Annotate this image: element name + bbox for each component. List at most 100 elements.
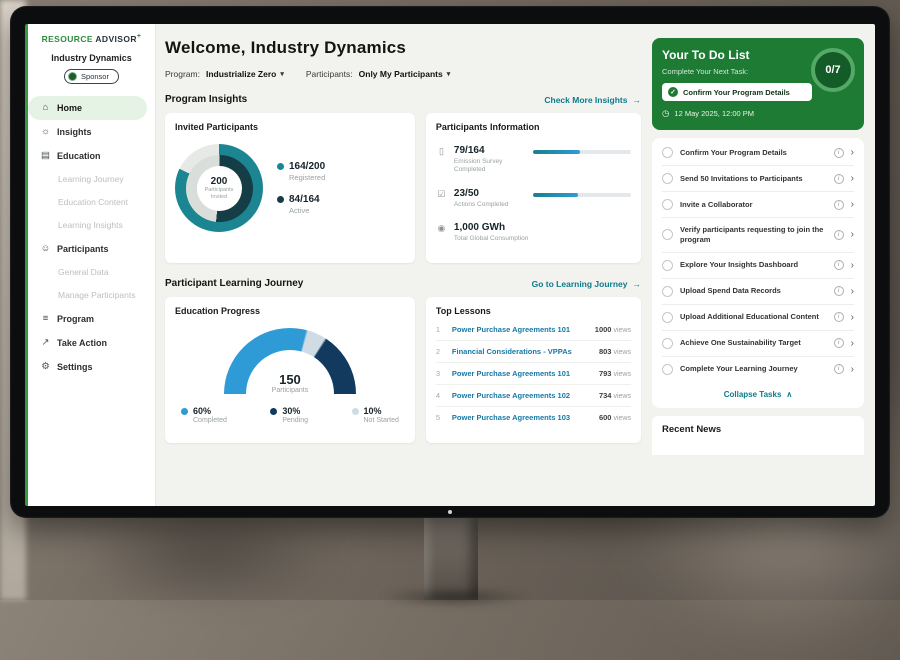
- lesson-row[interactable]: 3 Power Purchase Agreements 101 793views: [436, 363, 631, 385]
- gauge-center-label: Participants: [224, 387, 356, 394]
- lesson-views: 793views: [599, 369, 631, 378]
- info-icon[interactable]: i: [834, 148, 844, 158]
- sidebar-item-insights[interactable]: ☼ Insights: [28, 120, 147, 144]
- chevron-up-icon: ∧: [786, 390, 792, 399]
- info-icon[interactable]: i: [834, 286, 844, 296]
- sidebar-item-manage-participants[interactable]: Manage Participants: [28, 284, 147, 307]
- task-row[interactable]: Upload Additional Educational Content i …: [662, 305, 854, 331]
- task-row[interactable]: Confirm Your Program Details i ›: [662, 140, 854, 166]
- info-icon[interactable]: i: [834, 364, 844, 374]
- sidebar-item-take-action[interactable]: ↗ Take Action: [28, 331, 147, 355]
- lesson-link[interactable]: Power Purchase Agreements 101: [452, 369, 592, 378]
- lesson-link[interactable]: Financial Considerations - VPPAs: [452, 347, 592, 356]
- task-checkbox[interactable]: [662, 312, 673, 323]
- survey-icon: ▯: [436, 146, 447, 157]
- app-logo: RESOURCE ADVISOR+: [28, 33, 155, 44]
- lesson-row[interactable]: 1 Power Purchase Agreements 101 1000view…: [436, 319, 631, 341]
- sidebar-item-learning-insights[interactable]: Learning Insights: [28, 214, 147, 237]
- task-row[interactable]: Explore Your Insights Dashboard i ›: [662, 253, 854, 279]
- task-checkbox[interactable]: [662, 173, 673, 184]
- next-task-pill[interactable]: ✓ Confirm Your Program Details: [662, 83, 812, 101]
- info-icon[interactable]: i: [834, 260, 844, 270]
- sidebar-item-learning-journey[interactable]: Learning Journey: [28, 168, 147, 191]
- chevron-right-icon[interactable]: ›: [851, 260, 854, 271]
- lesson-row[interactable]: 5 Power Purchase Agreements 103 600views: [436, 407, 631, 428]
- chevron-right-icon[interactable]: ›: [851, 364, 854, 375]
- task-label: Upload Additional Educational Content: [680, 312, 827, 322]
- next-task-label: Confirm Your Program Details: [683, 88, 790, 97]
- task-checkbox[interactable]: [662, 147, 673, 158]
- legend-dot: [277, 163, 284, 170]
- go-to-learning-journey-link[interactable]: Go to Learning Journey →: [532, 279, 641, 289]
- chevron-right-icon[interactable]: ›: [851, 338, 854, 349]
- participants-select[interactable]: Only My Participants ▾: [359, 69, 451, 79]
- task-checkbox[interactable]: [662, 260, 673, 271]
- sponsor-badge[interactable]: Sponsor: [64, 69, 119, 84]
- dashboard-screen: RESOURCE ADVISOR+ Industry Dynamics Spon…: [25, 24, 875, 506]
- sidebar-item-label: Take Action: [57, 338, 107, 348]
- arrow-right-icon: →: [633, 95, 642, 105]
- task-label: Verify participants requesting to join t…: [680, 225, 827, 245]
- chevron-right-icon[interactable]: ›: [851, 286, 854, 297]
- task-checkbox[interactable]: [662, 286, 673, 297]
- sidebar-item-general-data[interactable]: General Data: [28, 261, 147, 284]
- background-shade: [80, 510, 340, 600]
- program-filter-label: Program:: [165, 69, 200, 79]
- task-row[interactable]: Complete Your Learning Journey i ›: [662, 357, 854, 382]
- chevron-right-icon[interactable]: ›: [851, 229, 854, 240]
- legend-label: Pending: [282, 417, 308, 424]
- lesson-rank: 1: [436, 325, 445, 334]
- sidebar-item-settings[interactable]: ⚙ Settings: [28, 355, 147, 379]
- lesson-views: 734views: [599, 391, 631, 400]
- sidebar-item-education[interactable]: ▤ Education: [28, 144, 147, 168]
- lesson-row[interactable]: 4 Power Purchase Agreements 102 734views: [436, 385, 631, 407]
- info-icon[interactable]: i: [834, 200, 844, 210]
- lesson-row[interactable]: 2 Financial Considerations - VPPAs 803vi…: [436, 341, 631, 363]
- chevron-right-icon[interactable]: ›: [851, 147, 854, 158]
- sidebar: RESOURCE ADVISOR+ Industry Dynamics Spon…: [28, 24, 156, 506]
- task-row[interactable]: Send 50 Invitations to Participants i ›: [662, 166, 854, 192]
- due-date: 12 May 2025, 12:00 PM: [674, 109, 754, 118]
- education-progress-card: Education Progress 150 Participants: [165, 297, 415, 443]
- info-icon[interactable]: i: [834, 312, 844, 322]
- task-row[interactable]: Verify participants requesting to join t…: [662, 218, 854, 253]
- sidebar-item-program[interactable]: ≡ Program: [28, 307, 147, 331]
- chevron-right-icon[interactable]: ›: [851, 199, 854, 210]
- sidebar-item-label: Education: [57, 151, 101, 161]
- gauge-center-value: 150: [224, 372, 356, 387]
- task-list-card: Confirm Your Program Details i › Send 50…: [652, 138, 864, 408]
- task-row[interactable]: Achieve One Sustainability Target i ›: [662, 331, 854, 357]
- sidebar-item-home[interactable]: ⌂ Home: [28, 96, 147, 120]
- check-more-insights-link[interactable]: Check More Insights →: [544, 95, 641, 105]
- info-icon[interactable]: i: [834, 174, 844, 184]
- legend-dot: [277, 196, 284, 203]
- clock-icon: ◷: [662, 108, 669, 119]
- sidebar-item-participants[interactable]: ☺ Participants: [28, 237, 147, 261]
- info-icon[interactable]: i: [834, 338, 844, 348]
- sidebar-item-education-content[interactable]: Education Content: [28, 191, 147, 214]
- card-title: Top Lessons: [436, 306, 631, 316]
- logo-plus: +: [137, 33, 142, 40]
- task-checkbox[interactable]: [662, 338, 673, 349]
- task-checkbox[interactable]: [662, 229, 673, 240]
- stat-value: 1,000 GWh: [454, 222, 528, 233]
- task-checkbox[interactable]: [662, 199, 673, 210]
- task-row[interactable]: Invite a Collaborator i ›: [662, 192, 854, 218]
- chevron-right-icon[interactable]: ›: [851, 173, 854, 184]
- legend-dot: [352, 408, 359, 415]
- lesson-link[interactable]: Power Purchase Agreements 102: [452, 391, 592, 400]
- todo-summary-card: Your To Do List Complete Your Next Task:…: [652, 38, 864, 130]
- todo-progress-value: 0/7: [825, 64, 840, 76]
- task-checkbox[interactable]: [662, 364, 673, 375]
- info-icon[interactable]: i: [834, 230, 844, 240]
- chevron-right-icon[interactable]: ›: [851, 312, 854, 323]
- lesson-link[interactable]: Power Purchase Agreements 103: [452, 413, 592, 422]
- task-row[interactable]: Upload Spend Data Records i ›: [662, 279, 854, 305]
- education-progress-gauge-chart: 150 Participants: [224, 328, 356, 394]
- task-label: Explore Your Insights Dashboard: [680, 260, 827, 270]
- donut-legend: 164/200 Registered 84/164 Active: [277, 161, 325, 215]
- sidebar-item-label: Learning Journey: [58, 174, 124, 184]
- collapse-tasks-button[interactable]: Collapse Tasks ∧: [662, 382, 854, 408]
- lesson-link[interactable]: Power Purchase Agreements 101: [452, 325, 588, 334]
- program-select[interactable]: Industrialize Zero ▾: [206, 69, 284, 79]
